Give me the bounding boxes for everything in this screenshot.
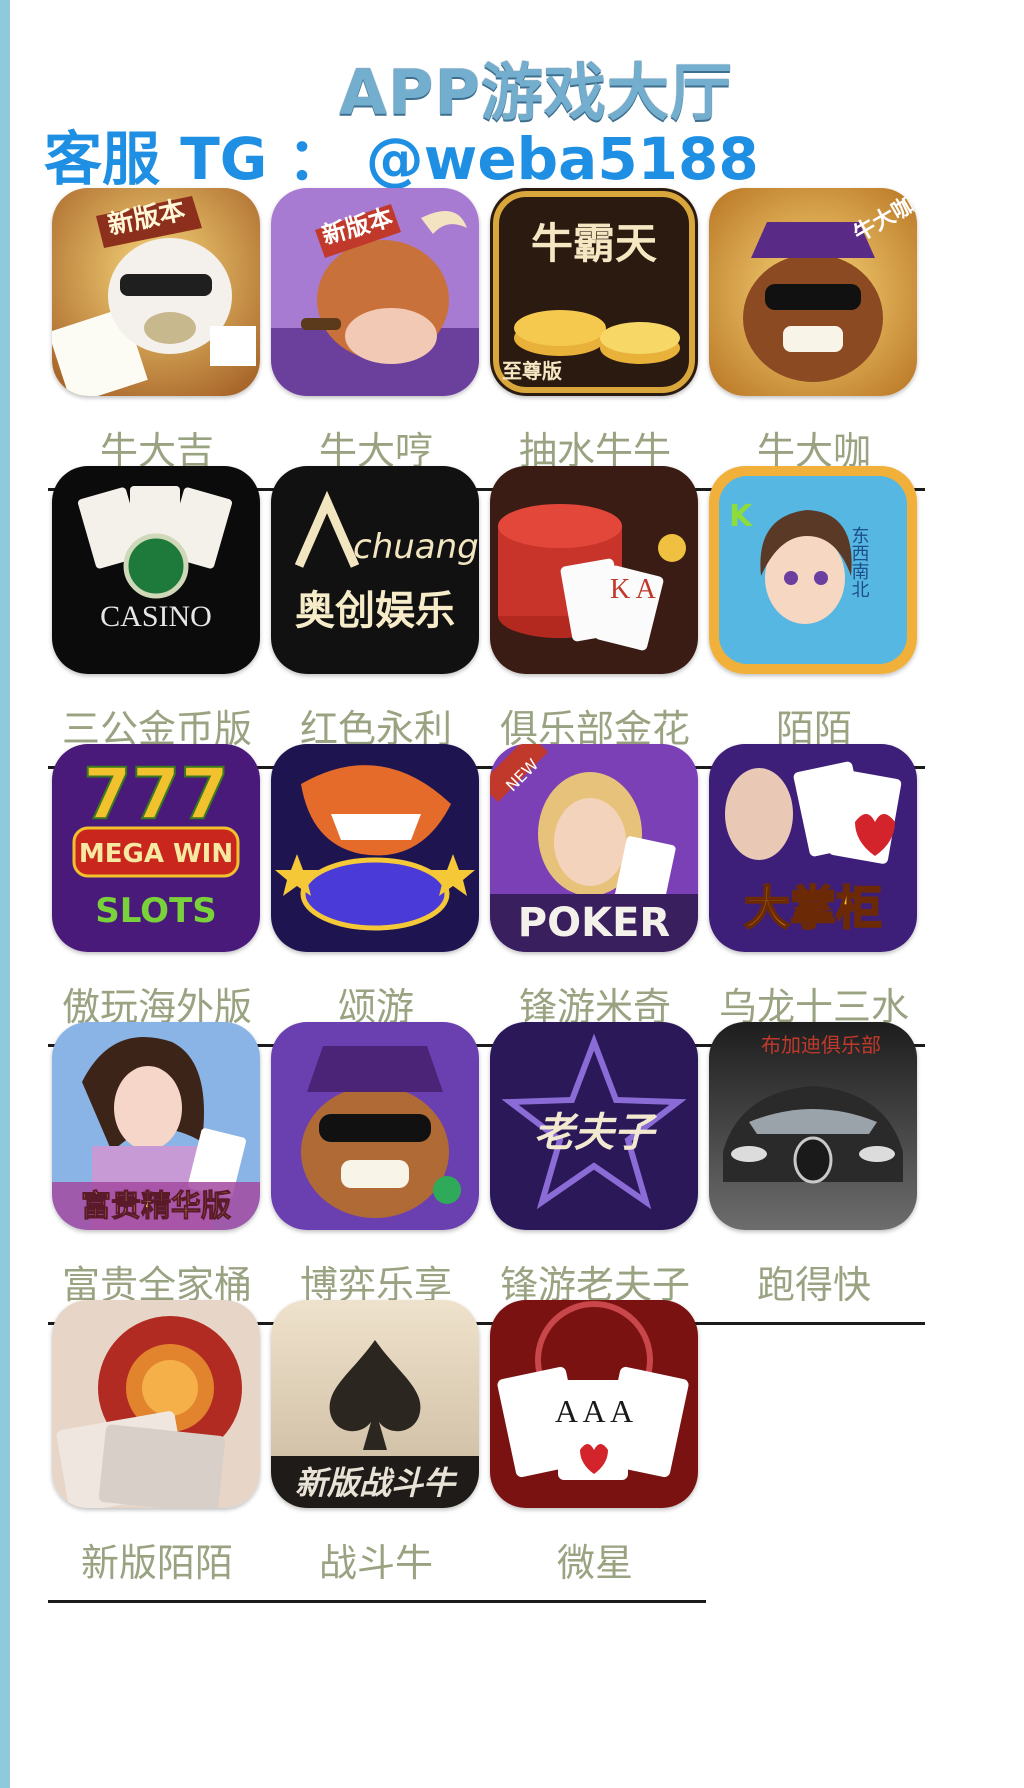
app-tile[interactable]: 博弈乐享: [263, 1022, 489, 1325]
divider: [486, 1600, 706, 1603]
icon-subcaption: 奥创娱乐: [295, 588, 455, 634]
app-label: 微星: [556, 1541, 633, 1585]
app-tile[interactable]: 老夫子 锋游老夫子: [482, 1022, 708, 1325]
app-tile[interactable]: 牛霸天 至尊版 抽水牛牛: [482, 188, 708, 491]
chips-cards-icon[interactable]: K A: [490, 466, 698, 674]
app-tile[interactable]: 富贵精华版 富贵全家桶: [44, 1022, 270, 1325]
icon-caption: chuang: [353, 527, 479, 567]
purple-bull-icon[interactable]: [271, 1022, 479, 1230]
icon-caption: 老夫子: [534, 1110, 658, 1156]
achuang-logo-icon[interactable]: chuang 奥创娱乐: [271, 466, 479, 674]
app-tile[interactable]: A A A 微星: [482, 1300, 708, 1603]
app-grid: 新版本 牛大吉 新版本 牛大哼 牛霸天 至尊版 抽水牛牛 牛大咖 牛大咖 CAS…: [0, 0, 1024, 1788]
sports-car-icon[interactable]: 布加迪俱乐部: [709, 1022, 917, 1230]
red-chip-icon[interactable]: [52, 1300, 260, 1508]
app-tile[interactable]: CASINO 三公金币版: [44, 466, 270, 769]
app-tile[interactable]: 新版陌陌: [44, 1300, 270, 1603]
app-label: 新版陌陌: [80, 1541, 233, 1585]
cigar-bull-icon[interactable]: 新版本: [271, 188, 479, 396]
divider: [267, 1600, 487, 1603]
icon-caption: MEGA WIN: [79, 839, 233, 869]
sunglasses-bull-icon[interactable]: 牛大咖: [709, 188, 917, 396]
app-tile[interactable]: K 东西南北 陌陌: [701, 466, 927, 769]
app-tile[interactable]: 颂游: [263, 744, 489, 1047]
cards-lady-icon[interactable]: 大掌柜: [709, 744, 917, 952]
app-label: 战斗牛: [318, 1541, 433, 1585]
icon-caption: K A: [610, 574, 657, 605]
casino-cards-icon[interactable]: CASINO: [52, 466, 260, 674]
star-logo-icon[interactable]: 老夫子: [490, 1022, 698, 1230]
app-tile[interactable]: chuang 奥创娱乐 红色永利: [263, 466, 489, 769]
icon-caption: 大掌柜: [744, 881, 882, 935]
icon-caption: A A A: [555, 1393, 633, 1429]
mahjong-girl-icon[interactable]: K 东西南北: [709, 466, 917, 674]
icon-caption: POKER: [518, 900, 670, 946]
icon-subcaption: SLOTS: [95, 891, 217, 931]
coin-stack-icon[interactable]: 牛霸天 至尊版: [490, 188, 698, 396]
icon-caption: 富贵精华版: [81, 1189, 231, 1224]
icon-caption: CASINO: [100, 600, 212, 633]
app-tile[interactable]: 新版本 牛大吉: [44, 188, 270, 491]
icon-caption: 新版战斗牛: [295, 1464, 458, 1502]
lady-cards-icon[interactable]: 富贵精华版: [52, 1022, 260, 1230]
svg-text:777: 777: [83, 753, 229, 835]
icon-caption: 牛霸天: [531, 219, 657, 268]
app-tile[interactable]: 777 MEGA WIN SLOTS 傲玩海外版: [44, 744, 270, 1047]
slots-777-icon[interactable]: 777 MEGA WIN SLOTS: [52, 744, 260, 952]
icon-caption: 布加迪俱乐部: [761, 1033, 881, 1057]
app-tile[interactable]: 牛大咖 牛大咖: [701, 188, 927, 491]
app-tile[interactable]: K A 俱乐部金花: [482, 466, 708, 769]
app-label: 跑得快: [756, 1263, 871, 1307]
divider: [705, 1322, 925, 1325]
app-tile[interactable]: 布加迪俱乐部 跑得快: [701, 1022, 927, 1325]
app-tile[interactable]: NEW POKER 锋游米奇: [482, 744, 708, 1047]
svg-text:K: K: [729, 499, 754, 534]
shark-icon[interactable]: [271, 744, 479, 952]
divider: [48, 1600, 268, 1603]
spade-icon[interactable]: 新版战斗牛: [271, 1300, 479, 1508]
icon-caption: 东西南北: [849, 526, 870, 598]
app-tile[interactable]: 新版战斗牛 战斗牛: [263, 1300, 489, 1603]
three-aces-icon[interactable]: A A A: [490, 1300, 698, 1508]
icon-subcaption: 至尊版: [502, 359, 562, 383]
poker-girl-icon[interactable]: NEW POKER: [490, 744, 698, 952]
app-tile[interactable]: 新版本 牛大哼: [263, 188, 489, 491]
bull-card-icon[interactable]: 新版本: [52, 188, 260, 396]
app-tile[interactable]: 大掌柜 乌龙十三水: [701, 744, 927, 1047]
